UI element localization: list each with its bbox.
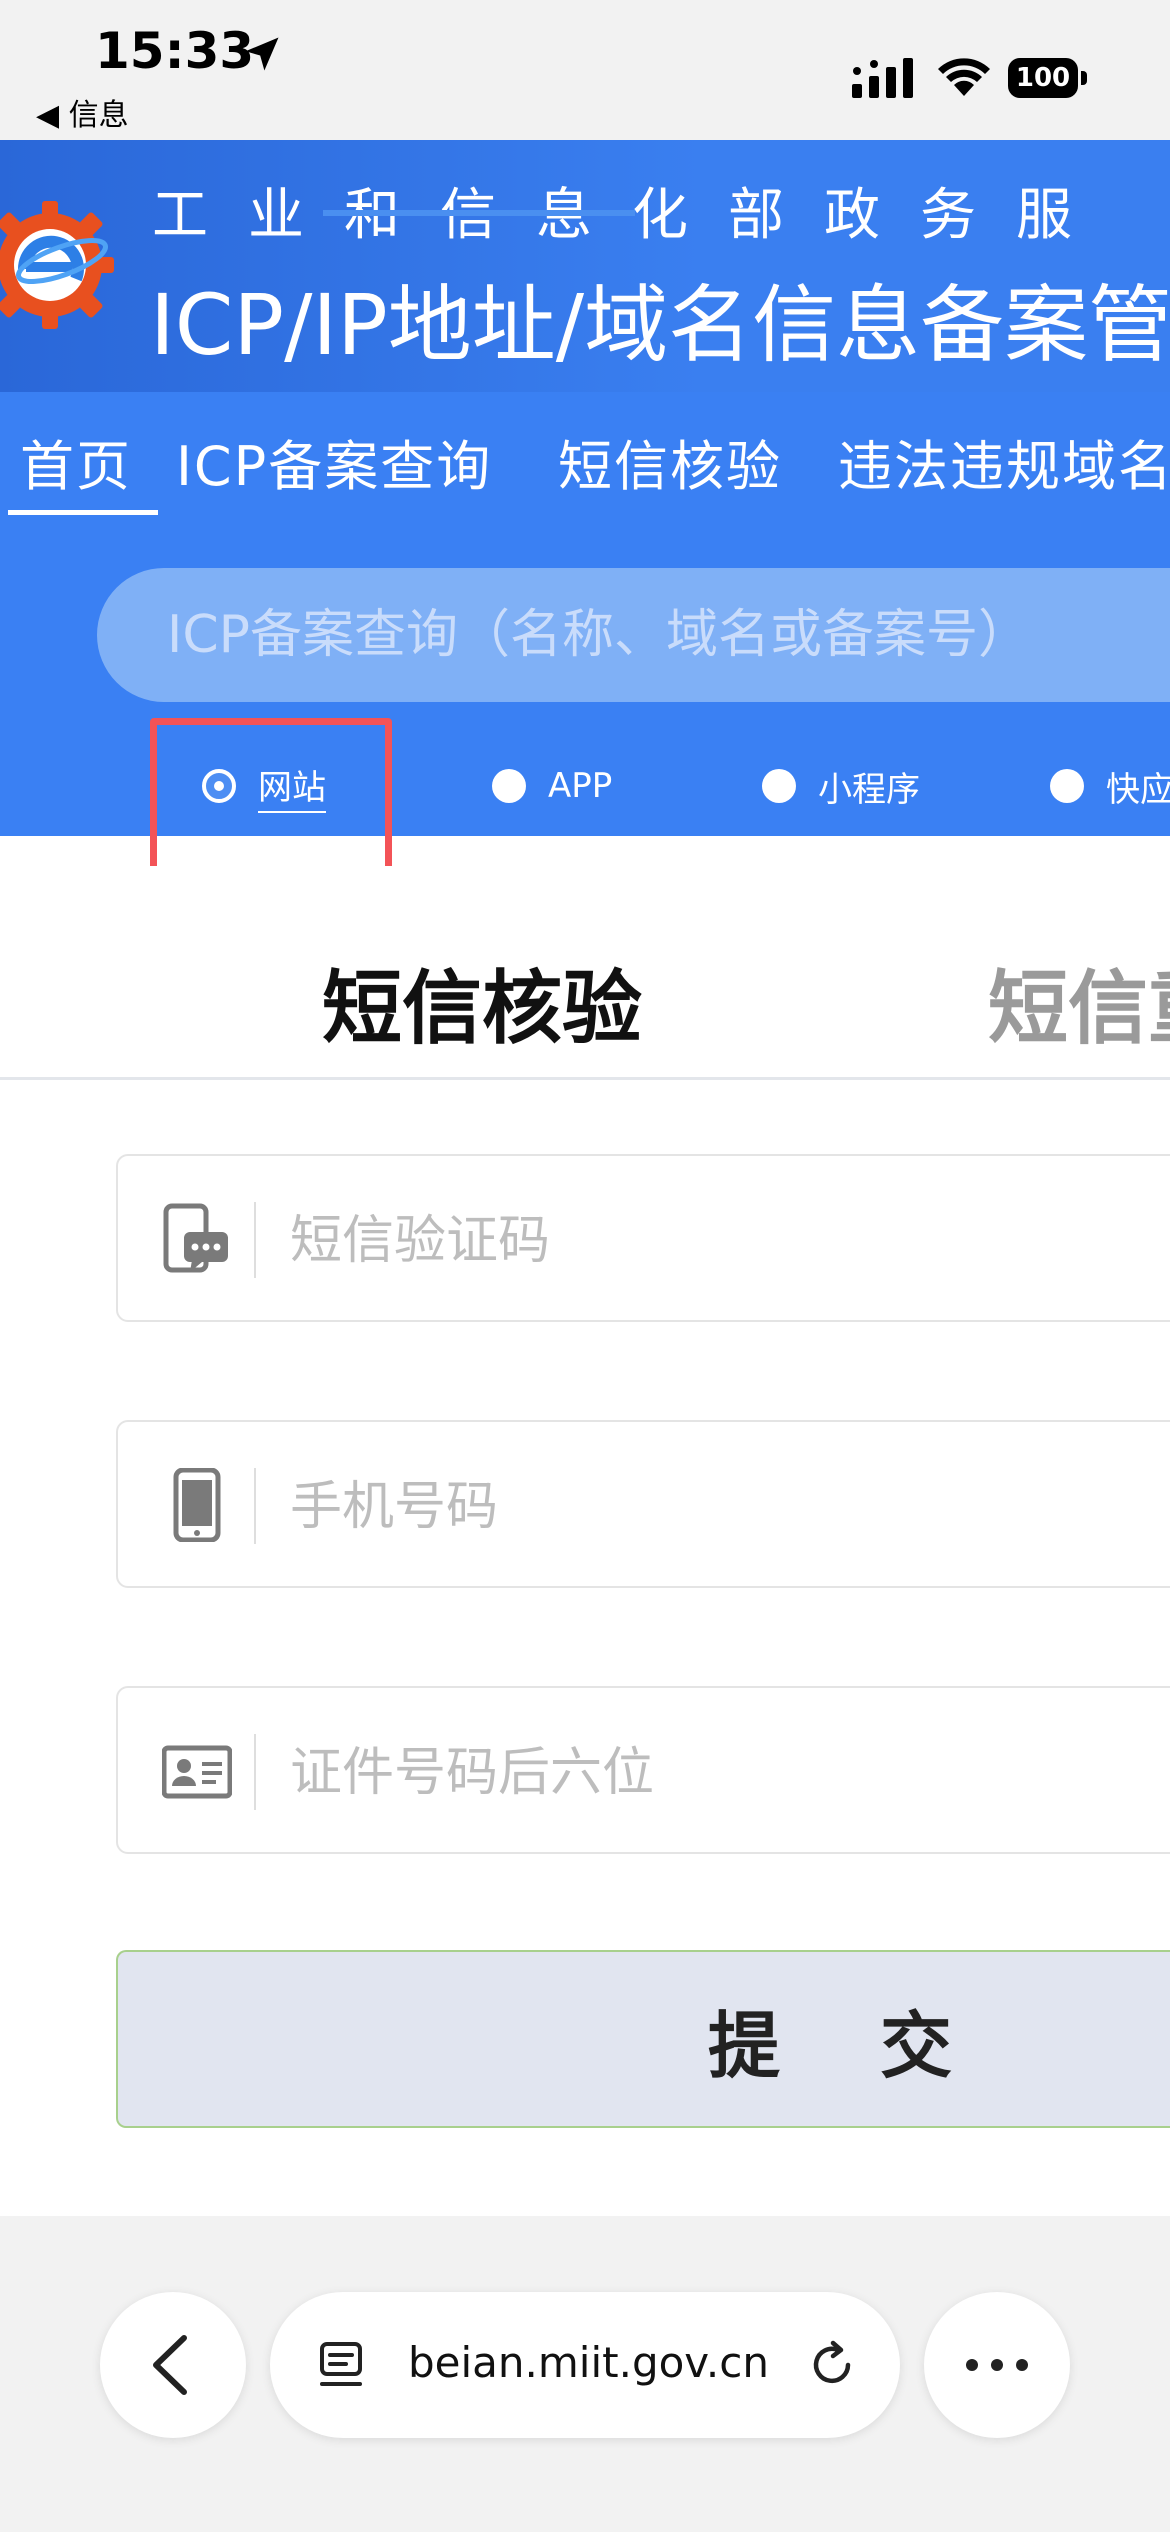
radio-label-app: APP: [548, 766, 613, 806]
sms-code-field: [116, 1154, 1170, 1322]
field-separator: [254, 1468, 256, 1544]
tab-sms-verify[interactable]: 短信核验: [322, 944, 642, 1060]
field-separator: [254, 1202, 256, 1278]
tab-sms-resend[interactable]: 短信重发: [988, 944, 1170, 1060]
radio-mini-program[interactable]: 小程序: [762, 766, 920, 810]
sms-phone-icon: [163, 1203, 228, 1273]
status-time: 15:33: [95, 22, 255, 80]
radio-dot[interactable]: [762, 769, 796, 803]
radio-label-quick-app: 快应用: [1106, 769, 1170, 810]
status-bar: 15:33 ◀ 信息 100: [0, 0, 1170, 140]
chevron-left-icon: [153, 2335, 187, 2395]
radio-app[interactable]: APP: [492, 766, 612, 806]
submit-button[interactable]: 提交: [116, 1950, 1170, 2128]
field-separator: [254, 1734, 256, 1810]
location-arrow-icon: [245, 37, 279, 71]
browser-more-button[interactable]: [924, 2292, 1070, 2438]
mobile-phone-icon: [173, 1468, 221, 1542]
header-title: ICP/IP地址/域名信息备案管: [150, 276, 1170, 374]
id-number-input[interactable]: [288, 1712, 1170, 1834]
miit-logo-icon: [0, 201, 114, 329]
address-url: beian.miit.gov.cn: [408, 2338, 769, 2387]
battery-level: 100: [1015, 63, 1071, 93]
nav-active-underline: [8, 510, 158, 515]
back-to-app-link[interactable]: ◀ 信息: [36, 90, 129, 134]
browser-back-button[interactable]: [100, 2292, 246, 2438]
verify-tabs: 短信核验 短信重发: [0, 866, 1170, 1080]
tab-active-underline: [323, 210, 635, 216]
battery-tip: [1081, 71, 1087, 85]
tab-divider: [0, 1077, 1170, 1080]
wifi-icon: [938, 58, 990, 96]
site-header: 工业和信息化部政务服 ICP/IP地址/域名信息备案管: [0, 140, 1170, 392]
sms-code-input[interactable]: [288, 1180, 1170, 1302]
radio-label-mini-program: 小程序: [818, 769, 920, 810]
id-number-field: [116, 1686, 1170, 1854]
more-dots-icon: [966, 2359, 1028, 2371]
main-nav: 首页 ICP备案查询 短信核验 违法违规域名: [0, 392, 1170, 518]
reload-icon[interactable]: [804, 2337, 860, 2393]
nav-item-home[interactable]: 首页: [20, 422, 132, 501]
battery-indicator: 100: [1008, 58, 1088, 98]
phone-input[interactable]: [288, 1446, 1170, 1568]
id-card-icon: [162, 1745, 232, 1799]
radio-dot[interactable]: [1050, 769, 1084, 803]
nav-item-illegal-domains[interactable]: 违法违规域名: [838, 422, 1170, 501]
browser-toolbar: beian.miit.gov.cn: [0, 2216, 1170, 2532]
phone-field: [116, 1420, 1170, 1588]
nav-item-icp-query[interactable]: ICP备案查询: [176, 422, 492, 501]
cellular-signal-icon: [852, 58, 913, 98]
highlight-annotation-box: [150, 718, 392, 878]
radio-quick-app[interactable]: 快应用: [1050, 766, 1170, 810]
reader-page-icon: [320, 2342, 362, 2386]
icp-search-input[interactable]: [97, 568, 1170, 702]
radio-dot[interactable]: [492, 769, 526, 803]
address-bar[interactable]: beian.miit.gov.cn: [270, 2292, 900, 2438]
nav-item-sms-verify[interactable]: 短信核验: [558, 422, 782, 501]
